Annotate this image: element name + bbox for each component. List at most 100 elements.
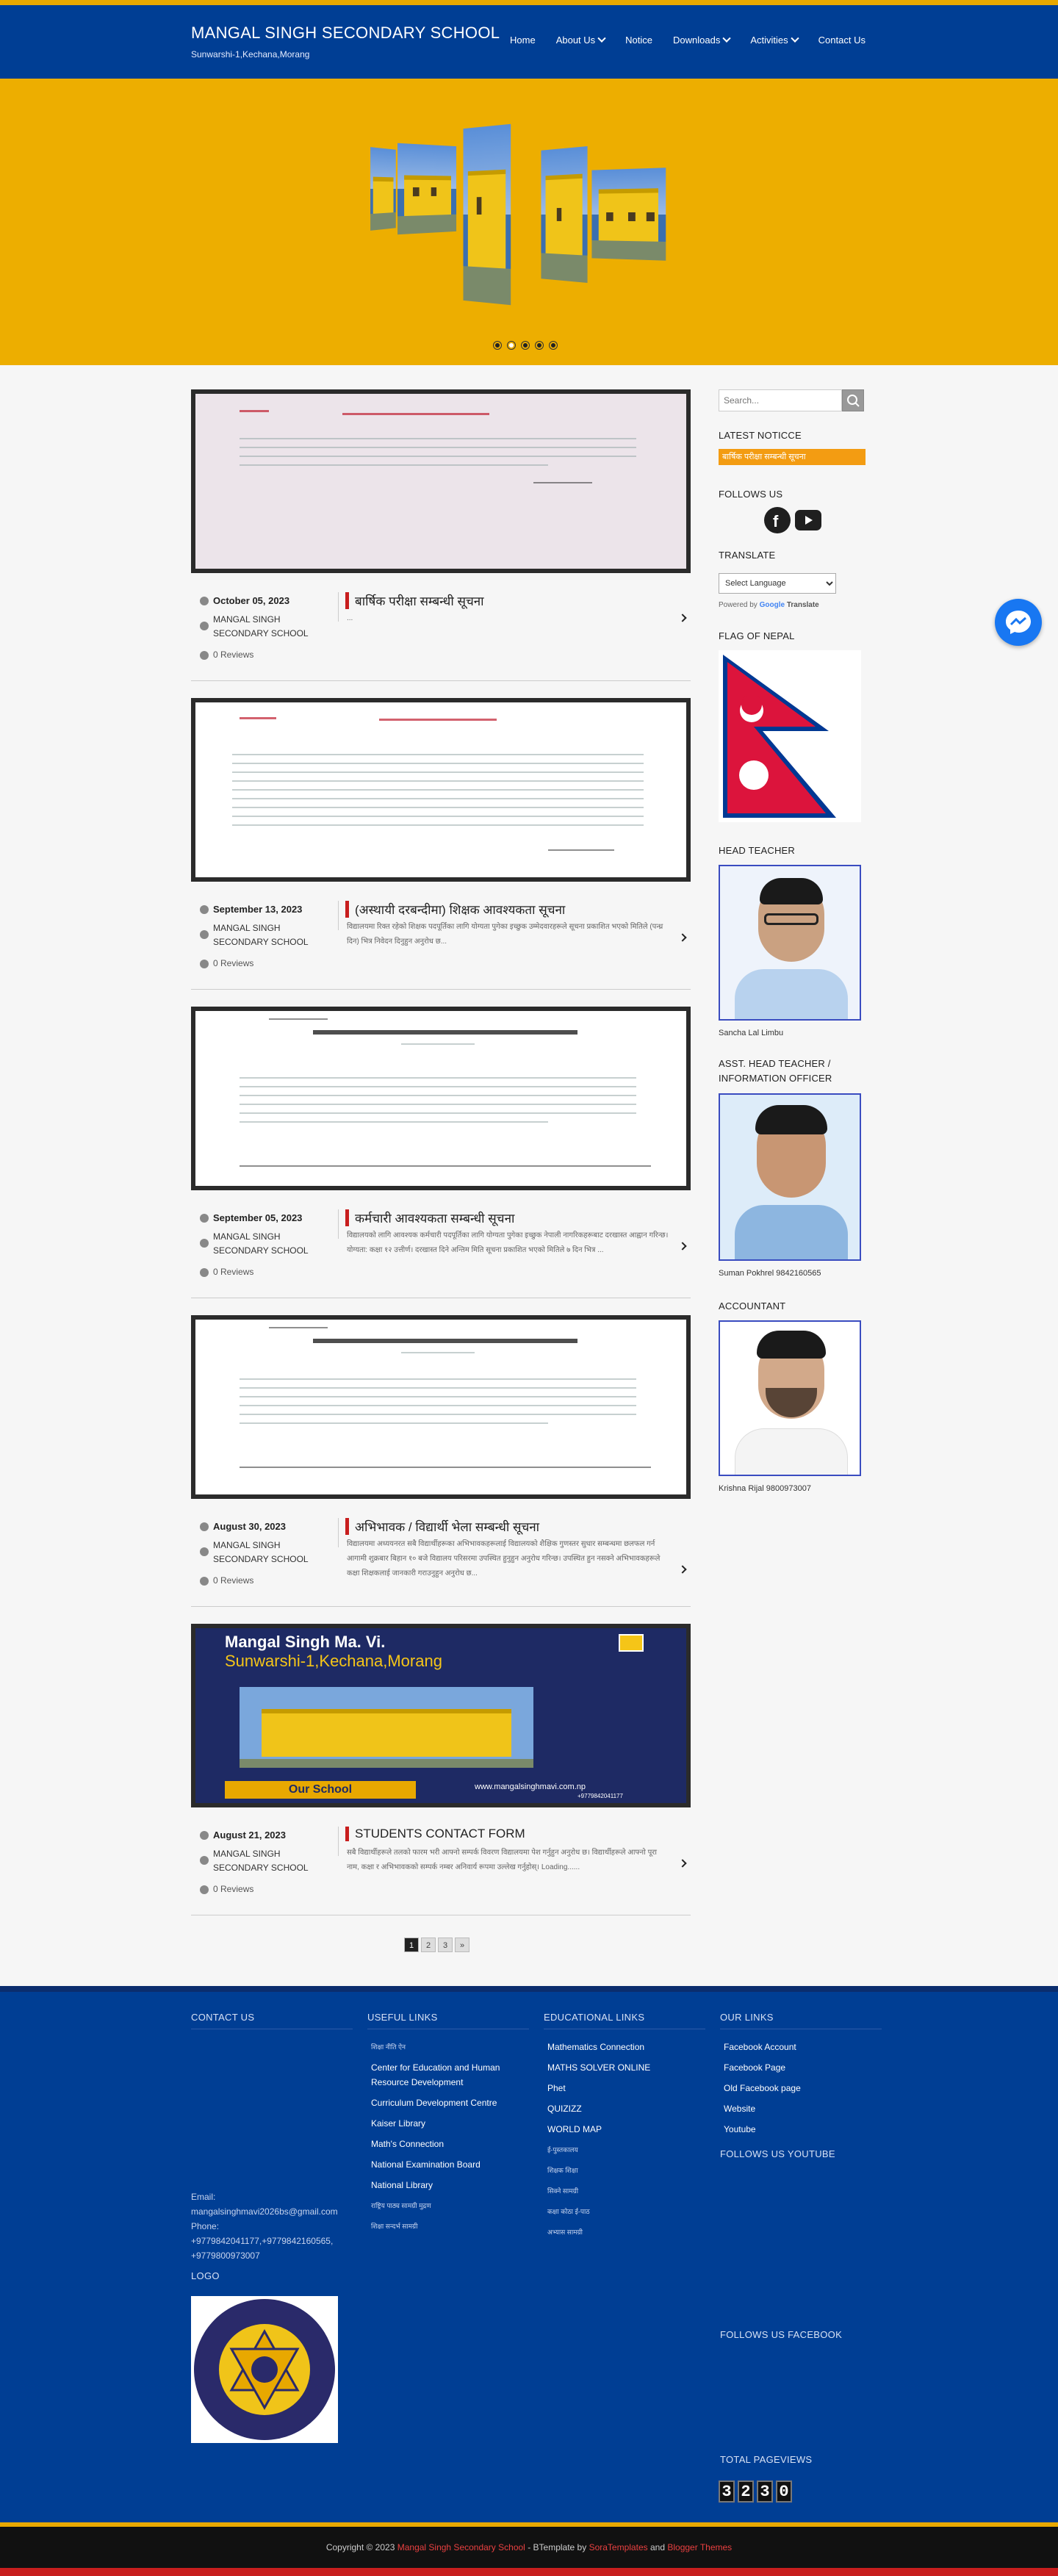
asst-head-teacher-photo <box>719 1093 861 1261</box>
post-reviews[interactable]: 0 Reviews <box>213 650 253 660</box>
footer-link[interactable]: ई-पुस्तकालय <box>544 2140 705 2160</box>
post-reviews[interactable]: 0 Reviews <box>213 958 253 968</box>
comment-icon <box>200 651 209 660</box>
top-accent-stripe <box>0 0 1058 5</box>
messenger-chat-button[interactable] <box>995 599 1042 646</box>
slider-dot[interactable] <box>550 342 557 349</box>
footer-link[interactable]: Kaiser Library <box>367 2113 529 2134</box>
post-thumbnail[interactable] <box>191 698 691 882</box>
language-select[interactable]: Select Language <box>719 573 836 594</box>
blogger-themes-link[interactable]: Blogger Themes <box>667 2542 732 2552</box>
copyright-site-link[interactable]: Mangal Singh Secondary School <box>397 2542 525 2552</box>
educational-links-heading: EDUCATIONAL LINKS <box>544 2012 705 2029</box>
pageviews-heading: TOTAL PAGEVIEWS <box>720 2454 813 2465</box>
footer-link[interactable]: कक्षा कोठा ई-पाठ <box>544 2201 705 2222</box>
email-value[interactable]: mangalsinghmavi2026bs@gmail.com <box>191 2204 360 2219</box>
bottom-red-stripe <box>0 2568 1058 2576</box>
post-thumbnail[interactable] <box>191 1315 691 1499</box>
post-title[interactable]: कर्मचारी आवश्यकता सम्बन्धी सूचना <box>345 1209 683 1226</box>
post-title[interactable]: बार्षिक परीक्षा सम्बन्धी सूचना <box>345 592 683 609</box>
footer-link[interactable]: शिक्षक शिक्षा <box>544 2160 705 2181</box>
search-input[interactable] <box>719 389 842 411</box>
post-author[interactable]: MANGAL SINGH SECONDARY SCHOOL <box>213 1539 331 1566</box>
nav-label: Downloads <box>673 35 721 46</box>
footer-link[interactable]: QUIZIZZ <box>544 2098 705 2119</box>
user-icon <box>200 622 209 630</box>
post-thumbnail[interactable] <box>191 1007 691 1190</box>
post-title[interactable]: (अस्थायी दरबन्दीमा) शिक्षक आवश्यकता सूचन… <box>345 901 683 918</box>
footer-link[interactable]: National Library <box>367 2175 529 2195</box>
page-2[interactable]: 2 <box>421 1938 436 1952</box>
site-subtitle: Sunwarshi-1,Kechana,Morang <box>191 49 310 60</box>
post-thumbnail[interactable]: Mangal Singh Ma. Vi. Sunwarshi-1,Kechana… <box>191 1624 691 1807</box>
post-thumbnail[interactable] <box>191 389 691 573</box>
footer-link[interactable]: National Examination Board <box>367 2154 529 2175</box>
nav-label: Home <box>510 35 536 46</box>
footer-link[interactable]: Phet <box>544 2078 705 2098</box>
slider-dot-active[interactable] <box>508 342 515 349</box>
slider-panel-image <box>370 147 396 231</box>
page-3[interactable]: 3 <box>438 1938 453 1952</box>
nav-label: Notice <box>625 35 653 46</box>
comment-icon <box>200 1885 209 1894</box>
footer-link[interactable]: शिक्षा नीति ऐन <box>367 2037 529 2057</box>
slider-panel-image <box>463 123 511 306</box>
footer-link[interactable]: Facebook Page <box>720 2057 882 2078</box>
post-author[interactable]: MANGAL SINGH SECONDARY SCHOOL <box>213 1230 331 1258</box>
post-author[interactable]: MANGAL SINGH SECONDARY SCHOOL <box>213 613 331 641</box>
page-next[interactable]: » <box>455 1938 469 1952</box>
footer-link[interactable]: शिक्षा सन्दर्भ सामग्री <box>367 2216 529 2237</box>
post-title[interactable]: अभिभावक / विद्यार्थी भेला सम्बन्धी सूचना <box>345 1518 683 1535</box>
site-title[interactable]: MANGAL SINGH SECONDARY SCHOOL <box>191 24 500 43</box>
post-reviews[interactable]: 0 Reviews <box>213 1884 253 1894</box>
nav-about-us[interactable]: About Us <box>546 34 615 46</box>
footer-link[interactable]: WORLD MAP <box>544 2119 705 2140</box>
slider-dot[interactable] <box>522 342 529 349</box>
slider-pagination <box>494 342 557 349</box>
post-title[interactable]: STUDENTS CONTACT FORM <box>345 1827 683 1841</box>
footer-link[interactable]: सिक्ने सामग्री <box>544 2181 705 2201</box>
youtube-icon[interactable] <box>795 510 821 530</box>
chevron-down-icon <box>790 34 799 43</box>
slider-dot[interactable] <box>494 342 501 349</box>
post-reviews[interactable]: 0 Reviews <box>213 1575 253 1586</box>
comment-icon <box>200 960 209 968</box>
facebook-icon[interactable]: f <box>764 507 791 533</box>
footer-link[interactable]: Youtube <box>720 2119 882 2140</box>
footer-link[interactable]: Facebook Account <box>720 2037 882 2057</box>
school-emblem-icon <box>619 1634 644 1652</box>
footer-link[interactable]: Mathematics Connection <box>544 2037 705 2057</box>
footer-link[interactable]: Math's Connection <box>367 2134 529 2154</box>
latest-notice-heading: LATEST NOTICCE <box>719 430 802 441</box>
search-button[interactable] <box>842 389 864 411</box>
footer-link[interactable]: अभ्यास सामग्री <box>544 2222 705 2242</box>
footer-link[interactable]: Old Facebook page <box>720 2078 882 2098</box>
hero-slider[interactable] <box>0 79 1058 365</box>
nav-home[interactable]: Home <box>500 35 546 46</box>
footer-link[interactable]: राष्ट्रिय पाठ्य सामग्री मुद्रण <box>367 2195 529 2216</box>
nav-activities[interactable]: Activities <box>740 34 807 46</box>
footer-link[interactable]: Website <box>720 2098 882 2119</box>
page-1[interactable]: 1 <box>404 1938 419 1952</box>
calendar-icon <box>200 1831 209 1840</box>
footer-link[interactable]: Curriculum Development Centre <box>367 2093 529 2113</box>
translate-link[interactable]: Translate <box>787 601 819 609</box>
footer-link[interactable]: Center for Education and Human Resource … <box>367 2060 529 2090</box>
nav-label: About Us <box>555 35 596 46</box>
user-icon <box>200 1856 209 1865</box>
post-author[interactable]: MANGAL SINGH SECONDARY SCHOOL <box>213 921 331 949</box>
template-author-link[interactable]: SoraTemplates <box>589 2542 648 2552</box>
nav-contact-us[interactable]: Contact Us <box>808 35 876 46</box>
user-icon <box>200 1239 209 1248</box>
footer-link[interactable]: MATHS SOLVER ONLINE <box>544 2057 705 2078</box>
nav-notice[interactable]: Notice <box>615 35 663 46</box>
phone-value: +9779842041177,+9779842160565, +97798009… <box>191 2236 334 2261</box>
search-icon <box>847 395 860 407</box>
nav-downloads[interactable]: Downloads <box>663 34 740 46</box>
latest-notice-item[interactable]: बार्षिक परीक्षा सम्बन्धी सूचना <box>719 449 866 465</box>
nav-label: Activities <box>750 35 788 46</box>
slider-dot[interactable] <box>536 342 543 349</box>
post-author[interactable]: MANGAL SINGH SECONDARY SCHOOL <box>213 1847 331 1875</box>
post-reviews[interactable]: 0 Reviews <box>213 1267 253 1277</box>
counter-digit: 0 <box>776 2480 792 2503</box>
